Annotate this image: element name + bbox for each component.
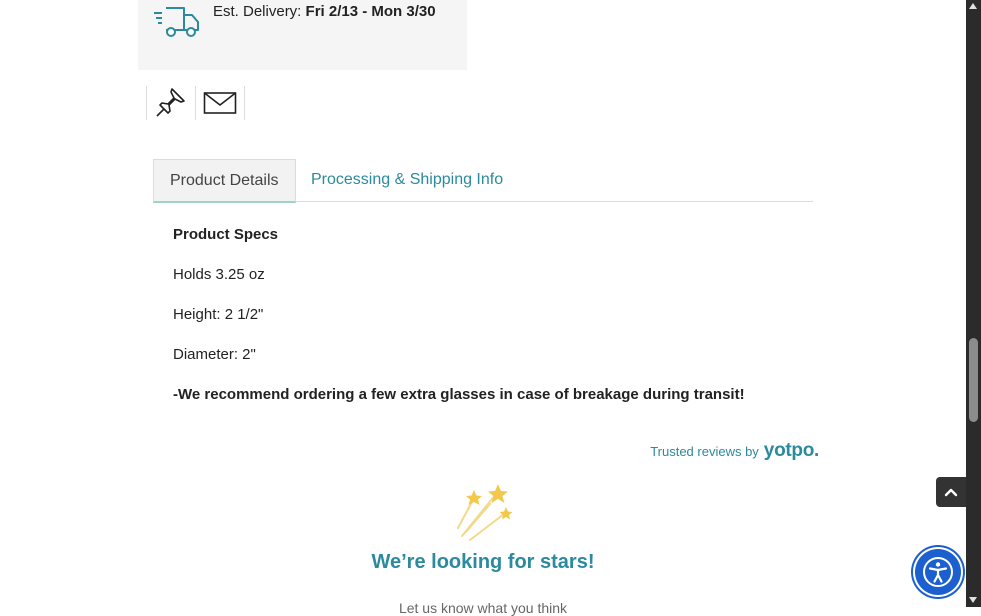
shooting-stars-icon [457,484,513,541]
tab-product-details[interactable]: Product Details [153,159,296,203]
scroll-up-arrow-icon[interactable] [969,3,977,9]
email-button[interactable] [195,86,245,120]
delivery-dates: Fri 2/13 - Mon 3/30 [305,3,436,20]
scroll-thumb[interactable] [969,338,978,422]
specs-note: -We recommend ordering a few extra glass… [173,386,745,403]
pin-button[interactable] [146,86,196,120]
scroll-down-arrow-icon[interactable] [969,597,977,603]
share-row [146,86,245,120]
page-scrollbar[interactable] [966,0,981,607]
trusted-reviews-label: Trusted reviews by [650,444,759,459]
tab-processing-shipping[interactable]: Processing & Shipping Info [295,159,519,200]
delivery-estimate-text: Est. Delivery: Fri 2/13 - Mon 3/30 [213,0,453,24]
envelope-icon [203,92,237,114]
spec-diameter: Diameter: 2" [173,346,256,363]
spec-height: Height: 2 1/2" [173,306,264,323]
reviews-empty-subtitle: Let us know what you think [398,600,568,616]
trusted-reviews-badge[interactable]: Trusted reviews by yotpo. [650,440,819,462]
spec-capacity: Holds 3.25 oz [173,266,265,283]
yotpo-logo: yotpo. [763,440,820,461]
accessibility-icon [923,557,953,587]
delivery-estimate-box: Est. Delivery: Fri 2/13 - Mon 3/30 [138,0,467,70]
chevron-up-icon [944,488,958,497]
delivery-truck-icon [154,7,199,37]
accessibility-button[interactable] [915,549,961,595]
reviews-empty-title: We’re looking for stars! [371,551,595,573]
product-specs: Product Specs Holds 3.25 oz Height: 2 1/… [173,222,813,422]
specs-heading: Product Specs [173,226,279,243]
back-to-top-button[interactable] [936,477,966,507]
delivery-label: Est. Delivery: [213,3,302,20]
product-tabs: Product Details Processing & Shipping In… [153,159,813,203]
pushpin-icon [156,88,185,117]
